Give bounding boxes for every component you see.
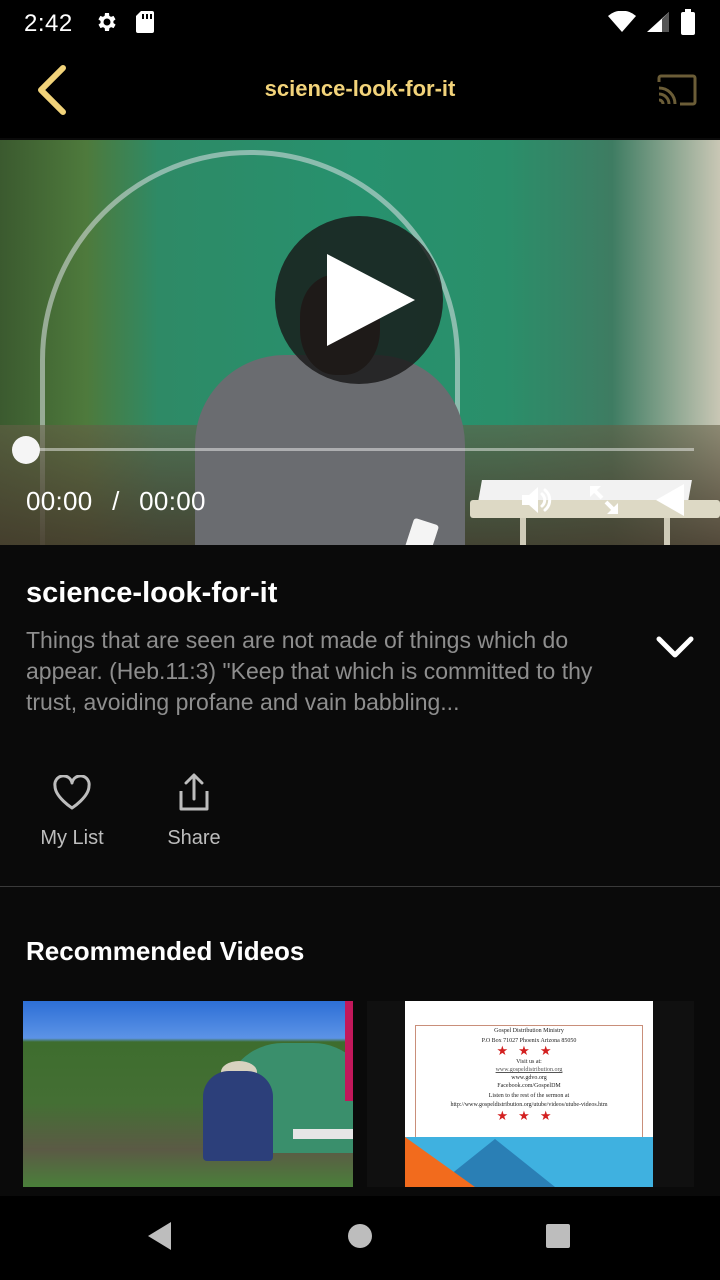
slide-line: Listen to the rest of the sermon at bbox=[488, 1093, 570, 1099]
slide-line: Gospel Distribution Ministry bbox=[494, 1028, 564, 1034]
video-info: science-look-for-it Things that are seen… bbox=[0, 545, 720, 888]
fullscreen-icon bbox=[586, 482, 622, 523]
slide-line: www.gdvo.org bbox=[511, 1075, 547, 1081]
fullscreen-button[interactable] bbox=[582, 480, 626, 524]
share-icon bbox=[176, 771, 212, 815]
volume-button[interactable] bbox=[514, 480, 558, 524]
home-circle-icon bbox=[346, 1222, 374, 1255]
expand-description-button[interactable] bbox=[648, 627, 702, 671]
my-list-label: My List bbox=[40, 827, 104, 849]
share-label: Share bbox=[167, 827, 221, 849]
system-nav-bar bbox=[0, 1196, 720, 1280]
sd-card-icon bbox=[135, 10, 155, 39]
recommended-title: Recommended Videos bbox=[26, 936, 305, 966]
recommended-video-1[interactable] bbox=[23, 1001, 353, 1187]
stars-icon: ★★★ bbox=[496, 1043, 562, 1058]
seek-bar[interactable] bbox=[26, 448, 694, 451]
cast-button[interactable] bbox=[652, 70, 702, 114]
stars-icon: ★★★ bbox=[496, 1108, 562, 1123]
my-list-button[interactable]: My List bbox=[26, 771, 118, 850]
wifi-icon bbox=[608, 10, 636, 38]
time-separator: / bbox=[112, 486, 120, 516]
nav-recents-button[interactable] bbox=[536, 1216, 580, 1260]
volume-icon bbox=[518, 482, 554, 523]
play-button[interactable] bbox=[275, 216, 443, 384]
recents-square-icon bbox=[544, 1222, 572, 1255]
recommended-video-2[interactable]: Gospel Distribution Ministry P.O Box 710… bbox=[367, 1001, 694, 1187]
duration: 00:00 bbox=[139, 486, 206, 516]
battery-icon bbox=[680, 8, 696, 40]
video-player[interactable]: 00:00 / 00:00 bbox=[0, 140, 720, 545]
action-row: My List Share bbox=[26, 771, 240, 850]
back-triangle-icon bbox=[145, 1220, 175, 1257]
nav-home-button[interactable] bbox=[338, 1216, 382, 1260]
play-icon bbox=[275, 254, 443, 388]
cast-icon bbox=[656, 73, 698, 112]
page-title: science-look-for-it bbox=[264, 76, 456, 101]
slide-line: Facebook.com/GospelDM bbox=[497, 1083, 561, 1089]
current-time: 00:00 bbox=[26, 486, 93, 516]
settings-icon bbox=[95, 10, 119, 39]
signal-icon bbox=[646, 11, 670, 38]
chevron-left-icon bbox=[35, 64, 69, 121]
section-divider bbox=[0, 886, 720, 887]
seek-thumb[interactable] bbox=[12, 436, 40, 464]
share-button[interactable]: Share bbox=[148, 771, 240, 850]
video-title: science-look-for-it bbox=[26, 577, 278, 609]
rewind-button[interactable] bbox=[646, 480, 690, 524]
heart-icon bbox=[52, 771, 92, 815]
chevron-down-icon bbox=[655, 634, 695, 665]
app-bar: science-look-for-it bbox=[0, 48, 720, 138]
status-bar: 2:42 bbox=[0, 0, 720, 48]
back-button[interactable] bbox=[24, 64, 80, 120]
status-time: 2:42 bbox=[24, 10, 73, 37]
nav-back-button[interactable] bbox=[138, 1216, 182, 1260]
video-description: Things that are seen are not made of thi… bbox=[26, 627, 593, 715]
slide-line: Visit us at: bbox=[516, 1059, 542, 1065]
playback-time: 00:00 / 00:00 bbox=[26, 486, 206, 517]
slide-line: www.gospeldistribution.org bbox=[495, 1067, 563, 1073]
rewind-icon bbox=[650, 480, 686, 525]
slide-thumbnail: Gospel Distribution Ministry P.O Box 710… bbox=[405, 1001, 653, 1187]
